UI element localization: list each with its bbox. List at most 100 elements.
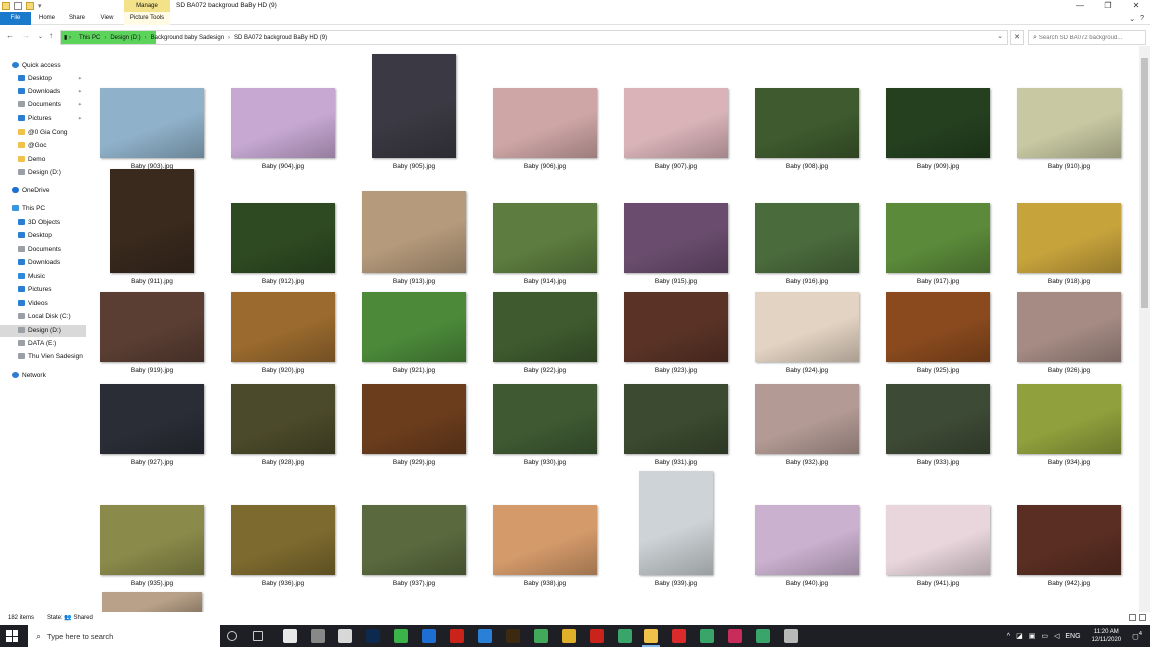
close-button[interactable]: ✕ — [1122, 0, 1150, 12]
file-tile[interactable]: Baby (912).jpg — [223, 50, 343, 612]
sidebar-item[interactable]: Desktop — [0, 230, 86, 242]
image-thumbnail[interactable] — [639, 471, 713, 575]
file-tile[interactable]: Baby (907).jpg — [616, 50, 736, 612]
teamviewer-icon[interactable] — [422, 629, 436, 643]
image-thumbnail[interactable] — [493, 505, 597, 575]
file-tile[interactable]: Baby (934).jpg — [1009, 50, 1129, 612]
sidebar-item[interactable]: This PC — [0, 203, 86, 215]
image-thumbnail[interactable] — [624, 88, 728, 158]
file-tile[interactable] — [92, 50, 212, 612]
breadcrumb-this-pc[interactable]: This PC — [75, 35, 104, 41]
customize-toolbar-icon[interactable]: ▾ — [38, 2, 42, 10]
file-tile[interactable]: Baby (918).jpg — [1009, 50, 1129, 612]
windows-start-icon[interactable] — [6, 630, 18, 642]
sidebar-item[interactable]: Thu Vien Sadesign — [0, 351, 86, 363]
file-tile[interactable]: Baby (942).jpg — [1009, 50, 1129, 612]
image-thumbnail[interactable] — [231, 505, 335, 575]
file-tile[interactable]: Baby (941).jpg — [878, 50, 998, 612]
image-thumbnail[interactable] — [1017, 292, 1121, 362]
image-thumbnail[interactable] — [755, 88, 859, 158]
file-tile[interactable]: Baby (908).jpg — [747, 50, 867, 612]
show-hidden-icons-icon[interactable]: ^ — [1007, 633, 1010, 640]
sidebar-item[interactable]: Demo — [0, 154, 86, 166]
file-tile[interactable]: Baby (922).jpg — [485, 50, 605, 612]
file-tile[interactable]: Baby (929).jpg — [354, 50, 474, 612]
large-icons-view-icon[interactable] — [1139, 614, 1146, 621]
sidebar-item[interactable]: Downloads — [0, 257, 86, 269]
photoshop-icon[interactable] — [366, 629, 380, 643]
image-thumbnail[interactable] — [624, 384, 728, 454]
sidebar-item[interactable]: Videos — [0, 298, 86, 310]
file-tile[interactable]: Baby (916).jpg — [747, 50, 867, 612]
sidebar-item[interactable]: Network — [0, 370, 86, 382]
image-thumbnail[interactable] — [1017, 203, 1121, 273]
details-view-icon[interactable] — [1129, 614, 1136, 621]
maximize-button[interactable]: ❐ — [1094, 0, 1122, 12]
file-tile[interactable]: Baby (931).jpg — [616, 50, 736, 612]
app-1-icon[interactable] — [283, 629, 297, 643]
file-tile[interactable]: Baby (925).jpg — [878, 50, 998, 612]
app-10-icon[interactable] — [784, 629, 798, 643]
file-tile[interactable]: Baby (932).jpg — [747, 50, 867, 612]
image-thumbnail[interactable] — [624, 203, 728, 273]
app-4-icon[interactable] — [478, 629, 492, 643]
image-thumbnail[interactable] — [100, 384, 204, 454]
sidebar-item[interactable]: Quick access — [0, 60, 86, 72]
breadcrumb-current-folder[interactable]: SD BA072 backgroud BaBy HD (9) — [230, 35, 331, 41]
new-folder-icon[interactable] — [26, 2, 34, 10]
file-tile[interactable]: Baby (940).jpg — [747, 50, 867, 612]
file-tile[interactable]: Baby (919).jpg — [92, 50, 212, 612]
image-thumbnail[interactable] — [886, 292, 990, 362]
image-thumbnail[interactable] — [100, 292, 204, 362]
scrollbar-thumb[interactable] — [1141, 58, 1148, 308]
clock[interactable]: 11:20 AM 12/11/2020 — [1092, 628, 1122, 644]
image-thumbnail[interactable] — [1017, 505, 1121, 575]
file-tile[interactable]: Baby (921).jpg — [354, 50, 474, 612]
bridge-icon[interactable] — [506, 629, 520, 643]
image-thumbnail[interactable] — [624, 292, 728, 362]
stop-icon[interactable]: ✕ — [1010, 30, 1024, 45]
file-tile[interactable]: Baby (939).jpg — [616, 50, 736, 612]
app-5-icon[interactable] — [534, 629, 548, 643]
sidebar-item[interactable]: Pictures ✦ — [0, 113, 86, 125]
app-2-icon[interactable] — [311, 629, 325, 643]
image-thumbnail[interactable] — [362, 505, 466, 575]
file-tile[interactable]: Baby (903).jpg — [92, 50, 212, 612]
image-thumbnail[interactable] — [102, 592, 202, 612]
image-thumbnail[interactable] — [100, 88, 204, 158]
properties-icon[interactable] — [14, 2, 22, 10]
image-thumbnail[interactable] — [493, 384, 597, 454]
sidebar-item[interactable]: @Goc — [0, 140, 86, 152]
sidebar-item[interactable]: Design (D:) — [0, 167, 86, 179]
image-thumbnail[interactable] — [493, 88, 597, 158]
image-thumbnail[interactable] — [755, 292, 859, 362]
camtasia-icon[interactable] — [394, 629, 408, 643]
forward-arrow-icon[interactable]: → — [22, 31, 30, 40]
file-tile[interactable]: Baby (911).jpg — [92, 50, 212, 612]
file-tile[interactable]: Baby (906).jpg — [485, 50, 605, 612]
chrome-icon[interactable] — [562, 629, 576, 643]
app-6-icon[interactable] — [590, 629, 604, 643]
image-thumbnail[interactable] — [755, 203, 859, 273]
sidebar-item[interactable]: Desktop ✦ — [0, 73, 86, 85]
image-thumbnail[interactable] — [362, 292, 466, 362]
address-dropdown-icon[interactable]: ⌄ — [997, 32, 1003, 40]
file-tile[interactable]: Baby (913).jpg — [354, 50, 474, 612]
image-thumbnail[interactable] — [1017, 88, 1121, 158]
image-thumbnail[interactable] — [372, 54, 456, 158]
address-bar[interactable]: ▮ › This PC › Design (D:) › Background b… — [60, 30, 1008, 45]
sidebar-item[interactable]: Local Disk (C:) — [0, 311, 86, 323]
tray-app-icon[interactable]: ◪ — [1016, 632, 1023, 640]
sidebar-item[interactable]: Design (D:) — [0, 325, 86, 337]
chrome-3-icon[interactable] — [756, 629, 770, 643]
sidebar-item[interactable]: DATA (E:) — [0, 338, 86, 350]
image-thumbnail[interactable] — [1017, 384, 1121, 454]
sidebar-item[interactable]: Pictures — [0, 284, 86, 296]
app-3-icon[interactable] — [338, 629, 352, 643]
help-icon[interactable]: ? — [1140, 15, 1144, 22]
image-thumbnail[interactable] — [231, 292, 335, 362]
sidebar-item[interactable]: 3D Objects — [0, 217, 86, 229]
app-9-icon[interactable] — [728, 629, 742, 643]
file-tile[interactable]: Baby (915).jpg — [616, 50, 736, 612]
app-8-icon[interactable] — [672, 629, 686, 643]
